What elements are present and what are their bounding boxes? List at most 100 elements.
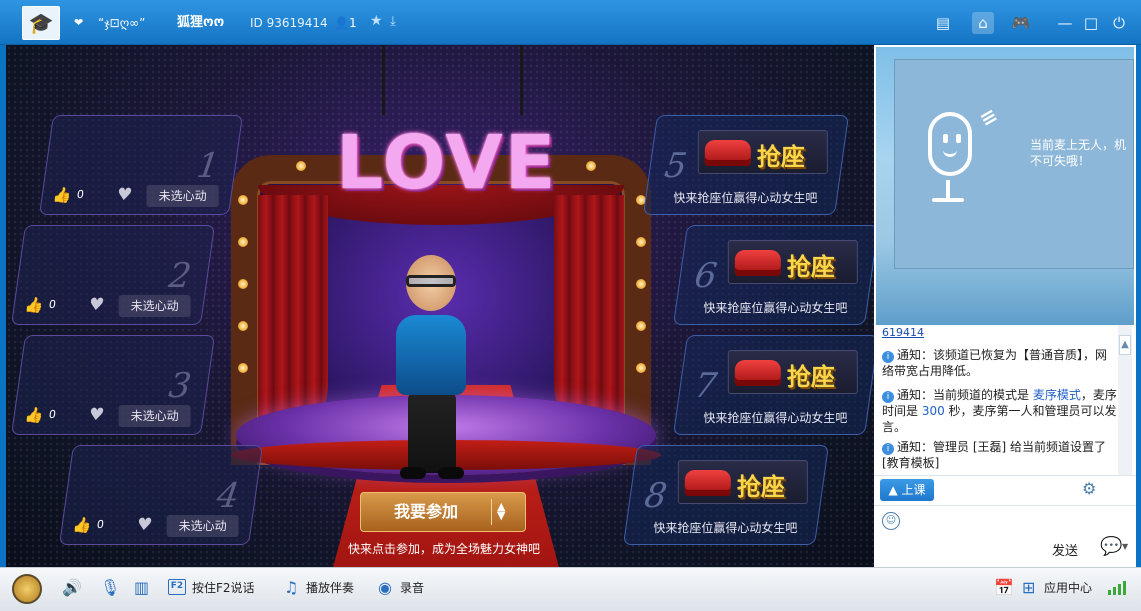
sofa-icon [734,360,781,386]
like-count: 0 [75,188,85,201]
heart-icon[interactable]: ♥ [115,185,133,205]
hanging-wire [382,45,385,115]
love-sign: LOVE [336,120,558,206]
graduation-cap-icon[interactable]: 🎓 [22,6,60,40]
video-area: ≡ 当前麦上无人，机 不可失哦！ [876,47,1134,325]
minimize-icon[interactable]: — [1054,12,1076,34]
stage-bulb [636,321,646,331]
message-highlight: 麦序模式 [1032,388,1081,402]
seat-7[interactable]: 7 抢座 快来抢座位赢得心动女生吧 [672,335,874,435]
star-icon[interactable]: ★ [370,13,383,29]
seat-number: 1 [194,146,222,186]
grab-seat-label: 抢座 [786,363,835,391]
updown-arrow-icon[interactable]: ▲ ▼ [497,501,505,521]
info-icon: i [882,443,894,455]
record-icon[interactable]: ◉ [378,578,392,597]
speaker-icon[interactable]: 🔊 [62,578,82,597]
scroll-up-icon[interactable]: ▲ [1119,335,1131,355]
push-to-talk-label[interactable]: 按住F2说话 [192,580,255,596]
power-icon[interactable]: ⏻ [1108,12,1130,34]
pick-heart-button[interactable]: 未选心动 [166,515,239,537]
gamepad-icon[interactable]: 🎮 [1010,12,1032,34]
heart-icon[interactable]: ♥ [87,405,105,425]
chat-bubble-icon[interactable]: 💬 [1100,536,1122,557]
chat-toolbar: ▲ 上课 ⚙ [874,475,1136,505]
chevron-down-icon[interactable]: ▼ [1122,542,1128,551]
channel-id-link[interactable]: 619414 [882,325,924,341]
grab-seat-button[interactable]: 抢座 [727,350,858,394]
join-button[interactable]: 我要参加 ▲ ▼ [360,492,526,532]
chat-message: i 通知：该频道已恢复为【普通音质】，网络带宽占用降低。 [882,347,1118,379]
seat-hint: 快来抢座位赢得心动女生吧 [673,191,818,205]
emoji-icon[interactable]: ☺ [882,512,900,530]
music-note-icon[interactable]: ♫ [284,578,298,597]
grab-seat-label: 抢座 [786,253,835,281]
thumbs-up-icon[interactable]: 👍 [24,296,45,314]
chat-input-area[interactable]: ☺ 发送 💬 ▼ [874,505,1136,567]
user-icon: 👤 [334,16,349,30]
mascot-shoe [400,467,426,479]
thumbs-up-icon[interactable]: 👍 [52,186,73,204]
play-accompaniment-button[interactable]: 播放伴奏 [306,580,354,596]
bottom-bar: 🔊 🎙 ▥ F2 按住F2说话 ♫ 播放伴奏 ◉ 录音 📅 ⊞ 应用中心 [0,567,1141,611]
app-window: 🎓 ❤ “ჯ⊡ღ∞” 狐狸ოო ID 93619414 👤1 ★ ⤓ ▤ ⌂ 🎮… [0,0,1141,611]
stage-bulb [238,279,248,289]
seat-number: 6 [692,256,720,296]
thumbs-up-icon[interactable]: 👍 [72,516,93,534]
app-center-button[interactable]: 应用中心 [1044,580,1092,596]
avatar[interactable] [12,574,42,604]
chat-scrollbar[interactable]: ▲ [1118,325,1132,475]
seat-5[interactable]: 5 抢座 快来抢座位赢得心动女生吧 [642,115,850,215]
app-grid-icon[interactable]: ⊞ [1022,578,1035,597]
message-prefix: 通知： [897,388,934,402]
grab-seat-button[interactable]: 抢座 [697,130,828,174]
user-count-value: 1 [348,16,357,30]
user-nickname[interactable]: “ჯ⊡ღ∞” [98,15,145,31]
download-icon[interactable]: ⤓ [390,14,396,30]
chat-log[interactable]: 619414 i 通知：该频道已恢复为【普通音质】，网络带宽占用降低。 i 通知：当… [874,325,1136,475]
message-text: 当前频道的模式是 [933,388,1033,402]
like-count: 0 [47,298,57,311]
heart-icon[interactable]: ♥ [135,515,153,535]
mic-mouth [943,150,957,157]
grab-seat-button[interactable]: 抢座 [727,240,858,284]
join-separator [491,499,492,525]
list-icon[interactable]: ▤ [932,12,954,34]
gear-icon[interactable]: ⚙ [1082,479,1096,498]
home-icon[interactable]: ⌂ [972,12,994,34]
microphone-icon[interactable]: 🎙 [100,578,120,597]
send-button[interactable]: 发送 [1052,540,1078,559]
right-panel: ≡ 当前麦上无人，机 不可失哦！ 619414 i 通知：该频道已恢复为【普通音质… [874,45,1136,567]
hanging-wire [520,45,523,115]
pick-heart-button[interactable]: 未选心动 [118,405,191,427]
seat-4[interactable]: 4 👍 0 ♥ 未选心动 [58,445,264,545]
seat-1[interactable]: 1 👍 0 ♥ 未选心动 [38,115,244,215]
pick-heart-button[interactable]: 未选心动 [118,295,191,317]
stage-bulb [238,363,248,373]
maximize-icon[interactable]: □ [1080,12,1102,34]
empty-mic-note-line1: 当前麦上无人，机 [1030,138,1127,152]
seat-6[interactable]: 6 抢座 快来抢座位赢得心动女生吧 [672,225,874,325]
stage-bulb [636,237,646,247]
like-count: 0 [47,408,57,421]
f2-key-icon: F2 [168,579,186,595]
seat-number: 2 [166,256,194,296]
pick-heart-button[interactable]: 未选心动 [146,185,219,207]
grab-seat-button[interactable]: 抢座 [677,460,808,504]
heart-icon[interactable]: ♥ [87,295,105,315]
start-class-button[interactable]: ▲ 上课 [880,479,934,501]
chat-message: i 通知：当前频道的模式是 麦序模式，麦序时间是 300 秒，麦序第一人和管理员可… [882,387,1118,435]
bell-icon: ▲ [888,483,902,497]
record-button[interactable]: 录音 [400,580,424,596]
seat-2[interactable]: 2 👍 0 ♥ 未选心动 [10,225,216,325]
signal-strength-icon [1108,581,1128,595]
stage-bulb [238,321,248,331]
stage-bulb [636,363,646,373]
calendar-star-icon[interactable]: 📅 [994,578,1014,597]
thumbs-up-icon[interactable]: 👍 [24,406,45,424]
seat-3[interactable]: 3 👍 0 ♥ 未选心动 [10,335,216,435]
equalizer-icon[interactable]: ▥ [134,578,149,597]
seat-hint: 快来抢座位赢得心动女生吧 [653,521,798,535]
stage-bulb [238,195,248,205]
seat-8[interactable]: 8 抢座 快来抢座位赢得心动女生吧 [622,445,830,545]
